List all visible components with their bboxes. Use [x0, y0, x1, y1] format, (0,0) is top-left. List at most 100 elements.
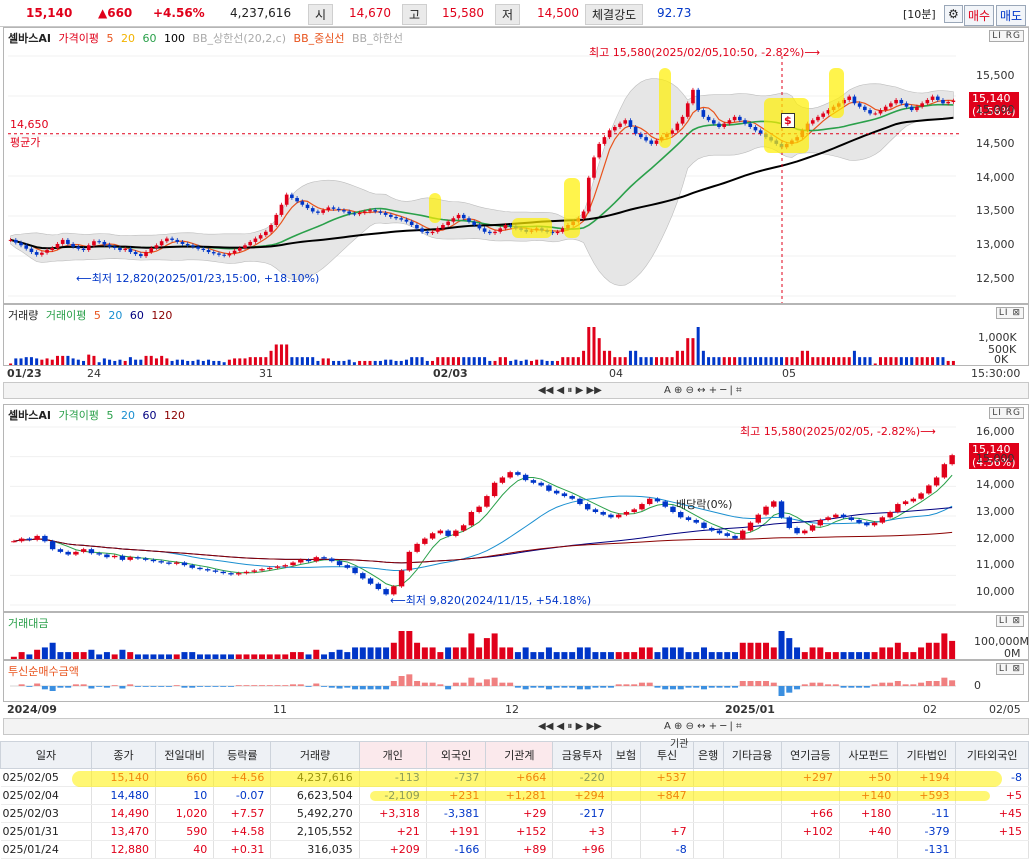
- volume-bar: [936, 357, 940, 365]
- amount-bar: [569, 652, 576, 659]
- upper-low-annotation: ⟵최저 12,820(2025/01/23,15:00, +18.10%): [76, 272, 320, 285]
- high-price: 15,580: [442, 6, 484, 20]
- trust-bar: [949, 680, 956, 686]
- candle-body: [538, 482, 544, 486]
- buy-button[interactable]: 매수: [964, 5, 995, 26]
- candle-body: [60, 239, 65, 244]
- strength-value: 92.73: [657, 6, 692, 20]
- col-header[interactable]: 은행: [692, 741, 724, 769]
- candle-body: [902, 501, 909, 505]
- volume-bar: [597, 338, 601, 365]
- volume-bar: [780, 357, 784, 365]
- candle-body: [691, 89, 695, 104]
- candle-body: [476, 506, 482, 513]
- candle-body: [771, 501, 777, 507]
- volume-panel-controls[interactable]: LI ⊠: [995, 307, 1024, 319]
- volume-bar: [451, 357, 455, 365]
- amount-bar: [677, 647, 684, 659]
- trust-bar: [34, 683, 41, 686]
- trust-bar: [685, 686, 692, 688]
- col-header[interactable]: 거래량: [270, 741, 360, 769]
- amount-panel-controls[interactable]: LI ⊠: [995, 615, 1024, 627]
- volume-bar: [212, 360, 216, 365]
- candle-body: [915, 106, 919, 111]
- col-header[interactable]: 외국인: [425, 741, 487, 769]
- volume-bar: [837, 357, 841, 365]
- col-header[interactable]: 금융투자: [552, 741, 612, 769]
- table-row[interactable]: 025/02/03 14,490 1,020 +7.57 5,492,270 +3,318…: [0, 804, 1029, 823]
- candle-body: [102, 241, 107, 245]
- candle-body: [840, 514, 847, 518]
- gear-icon[interactable]: ⚙: [944, 5, 963, 23]
- trade-volume: 4,237,616: [230, 6, 292, 20]
- col-header[interactable]: 기관계: [485, 741, 554, 769]
- upper-panel-controls[interactable]: LI RG: [989, 30, 1024, 42]
- playback-controls[interactable]: ◀◀ ◀ ⏸ ▶ ▶▶: [538, 385, 602, 396]
- candle-body: [180, 241, 185, 244]
- candle-body: [269, 225, 273, 232]
- table-cell: [723, 822, 782, 841]
- volume-bar: [425, 360, 429, 365]
- candle-body: [232, 250, 237, 254]
- col-header[interactable]: 등락률: [213, 741, 272, 769]
- col-header[interactable]: 개인: [358, 741, 427, 769]
- volume-bar: [795, 357, 799, 365]
- ma-5-line: [13, 474, 953, 587]
- table-cell: [723, 840, 782, 859]
- col-header[interactable]: 종가: [91, 741, 156, 769]
- volume-bar: [649, 357, 653, 365]
- col-header[interactable]: 기타법인: [897, 741, 957, 769]
- col-header[interactable]: 보험: [610, 741, 642, 769]
- volume-bar: [920, 357, 924, 365]
- trust-bar: [794, 686, 801, 690]
- col-header[interactable]: 사모펀드: [838, 741, 899, 769]
- table-cell: [693, 804, 724, 823]
- candle-body: [753, 126, 758, 131]
- volume-bar: [404, 359, 408, 365]
- volume-bar: [19, 358, 23, 365]
- sell-button[interactable]: 매도: [996, 5, 1027, 26]
- volume-bar: [165, 358, 169, 365]
- amount-bar: [375, 647, 382, 659]
- amount-bar: [282, 654, 289, 659]
- lower-toolstrip[interactable]: ◀◀ ◀ ⏸ ▶ ▶▶ A ⊕ ⊖ ↔ + ─ | ⌗: [3, 718, 1029, 735]
- amount-bar: [514, 652, 521, 659]
- upper-toolstrip[interactable]: ◀◀ ◀ ⏸ ▶ ▶▶ A ⊕ ⊖ ↔ + ─ | ⌗: [3, 382, 1029, 399]
- upper-volume-panel[interactable]: 거래량 거래이평 5 20 60 120 LI ⊠ 1,000K 500K 0K: [3, 304, 1029, 366]
- candle-body: [212, 570, 219, 572]
- amount-bar: [460, 647, 467, 659]
- candle-body: [639, 504, 645, 510]
- candle-body: [810, 120, 815, 124]
- trust-bar: [72, 684, 79, 686]
- chart-tools[interactable]: A ⊕ ⊖ ↔ + ─ | ⌗: [664, 385, 742, 396]
- candle-body: [112, 246, 117, 248]
- amount-bar: [600, 652, 607, 659]
- volume-bar: [483, 357, 487, 365]
- lower-price-panel[interactable]: 셀바스AI 가격이평 5 20 60 120 LI RG 최고 15,580(2…: [3, 404, 1029, 612]
- col-header[interactable]: 연기금등: [780, 741, 840, 769]
- amount-panel[interactable]: 거래대금 LI ⊠ 100,000M 0M: [3, 612, 1029, 660]
- trust-bar: [173, 685, 180, 686]
- table-row[interactable]: 025/01/31 13,470 590 +4.58 2,105,552 +21 +191 +…: [0, 822, 1029, 841]
- candle-body: [868, 110, 872, 114]
- col-header[interactable]: 전일대비: [154, 741, 215, 769]
- col-header[interactable]: 기타금융: [722, 741, 782, 769]
- lower-panel-controls[interactable]: LI RG: [989, 407, 1024, 419]
- period-selector[interactable]: [10분]: [903, 6, 936, 22]
- trust-bar: [18, 684, 25, 686]
- volume-bar: [816, 357, 820, 365]
- volume-bar: [201, 360, 205, 365]
- volume-bar: [863, 357, 867, 365]
- table-row[interactable]: 025/01/24 12,880 40 +0.31 316,035 +209 -166 +89…: [0, 840, 1029, 859]
- volume-bar: [613, 357, 617, 365]
- candle-body: [904, 103, 909, 107]
- candle-body: [357, 212, 362, 215]
- trust-panel[interactable]: 투신순매수금액 LI ⊠ 0: [3, 660, 1029, 702]
- col-header[interactable]: 기타외국인: [955, 741, 1029, 769]
- candle-body: [305, 204, 310, 209]
- trust-panel-controls[interactable]: LI ⊠: [995, 663, 1024, 675]
- volume-bar: [191, 360, 195, 365]
- upper-price-panel[interactable]: 셀바스AI 가격이평 5 20 60 100 BB_상한선(20,2,c) BB…: [3, 27, 1029, 304]
- volume-bar: [139, 359, 143, 365]
- col-header[interactable]: 일자: [0, 741, 93, 769]
